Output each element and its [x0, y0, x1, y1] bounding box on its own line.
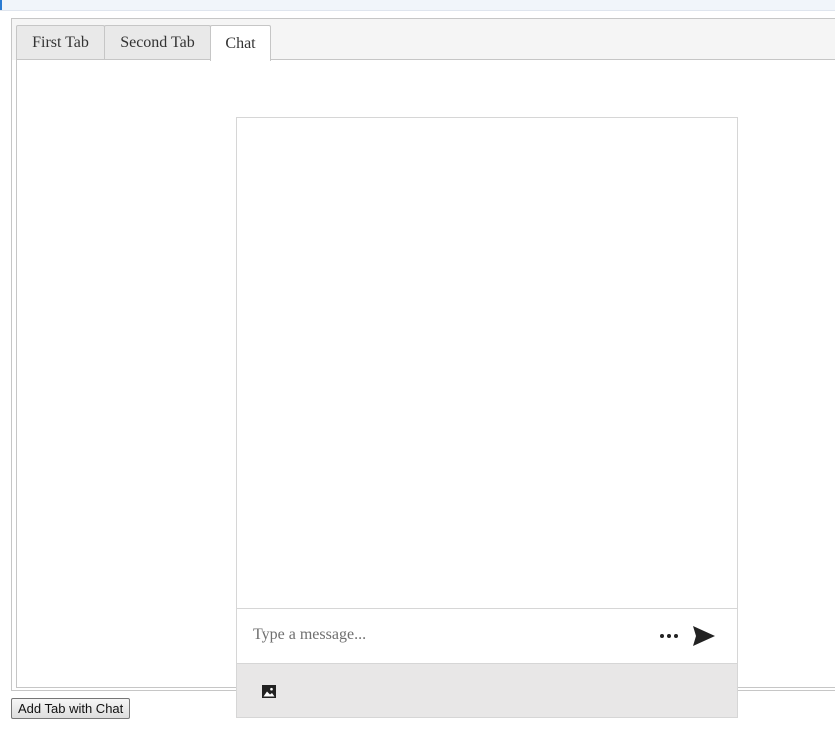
send-icon: [693, 626, 715, 646]
tabstrip: First Tab Second Tab Chat: [11, 18, 835, 718]
tab-chat-label: Chat: [225, 34, 256, 52]
tab-second[interactable]: Second Tab: [104, 25, 211, 59]
message-box: [237, 608, 737, 663]
top-strip: [0, 0, 835, 11]
top-strip-accent: [0, 0, 2, 10]
tab-content-panel: [16, 60, 835, 718]
tab-first[interactable]: First Tab: [16, 25, 105, 59]
image-icon: [262, 684, 276, 698]
more-options-button[interactable]: [655, 623, 683, 649]
message-list[interactable]: [237, 118, 737, 608]
tab-second-label: Second Tab: [120, 33, 195, 51]
add-tab-with-chat-button[interactable]: Add Tab with Chat: [11, 698, 131, 719]
tab-chat[interactable]: Chat: [210, 25, 271, 61]
more-horizontal-icon: [660, 634, 678, 638]
chat-widget: [236, 117, 738, 718]
send-button[interactable]: [689, 623, 719, 649]
attach-image-button[interactable]: [259, 682, 279, 700]
tab-first-label: First Tab: [32, 33, 89, 51]
chat-toolbar: [237, 663, 737, 717]
message-input[interactable]: [253, 623, 643, 647]
